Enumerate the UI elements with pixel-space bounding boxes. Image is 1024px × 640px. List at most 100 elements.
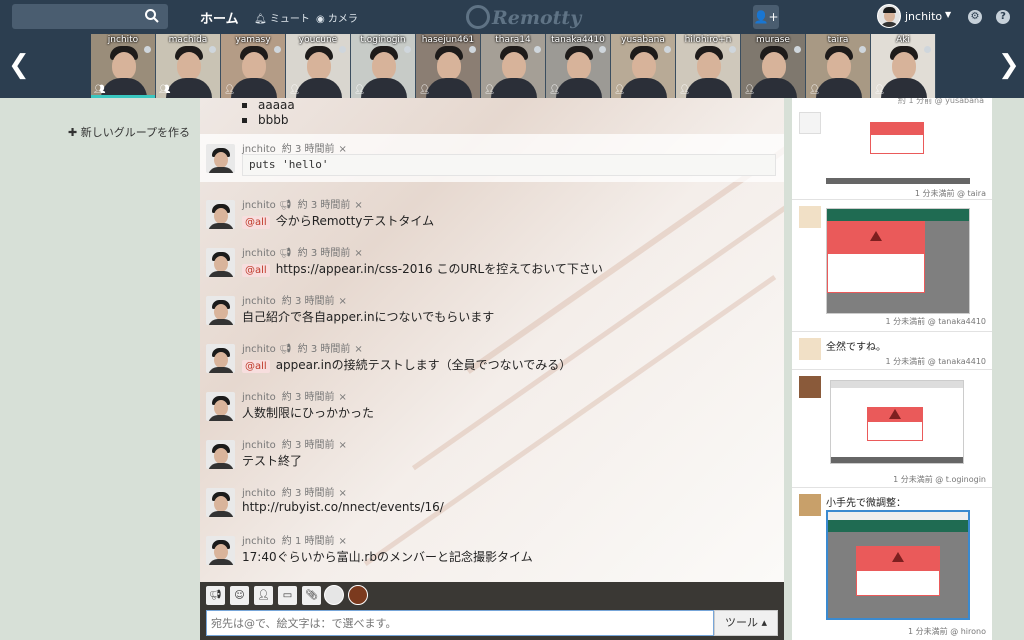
delete-icon[interactable]: × xyxy=(354,200,362,211)
add-user-button[interactable]: 👤+ xyxy=(753,5,779,29)
message-author[interactable]: jnchito xyxy=(242,200,276,211)
mention-badge[interactable]: @all xyxy=(242,216,270,229)
feed-card[interactable]: 全然ですね。 1 分未満前 @ tanaka4410 xyxy=(792,332,992,370)
delete-icon[interactable]: × xyxy=(354,248,362,259)
message-author[interactable]: jnchito xyxy=(242,344,276,355)
search-icon[interactable] xyxy=(144,8,160,24)
attach-icon[interactable]: 📎︎ xyxy=(302,586,321,605)
feed-card[interactable]: 1 分未満前 @ tanaka4410 xyxy=(792,200,992,332)
message-text: appear.inの接続テストします（全員でつないでみる） xyxy=(275,358,572,372)
avatar[interactable] xyxy=(206,200,235,229)
nav-home-link[interactable]: ホーム xyxy=(200,8,239,27)
message-item[interactable]: jnchito 約 1 時間前 × 17:40ぐらいから富山.rbのメンバーと記念撮影… xyxy=(200,530,784,576)
camera-tile[interactable]: t.oginogin 👤︎ xyxy=(351,34,416,98)
avatar[interactable] xyxy=(206,296,235,325)
camera-tile[interactable]: tanaka4410 👤︎ xyxy=(546,34,611,98)
delete-icon[interactable]: × xyxy=(339,392,347,403)
avatar[interactable] xyxy=(877,4,901,28)
avatar[interactable] xyxy=(206,248,235,277)
avatar[interactable] xyxy=(348,585,368,605)
camera-name: hasejun461 xyxy=(421,35,475,45)
message-item[interactable]: jnchito 約 3 時間前 × puts 'hello' xyxy=(200,138,784,184)
camera-tile[interactable]: hasejun461 👤︎ xyxy=(416,34,481,98)
screen-icon[interactable]: ▭ xyxy=(278,586,297,605)
camera-name: yamasy xyxy=(235,35,271,45)
screenshot-thumbnail[interactable] xyxy=(826,510,970,620)
message-header: jnchito 約 3 時間前 × xyxy=(242,140,347,155)
camera-tile[interactable]: youcune 👤︎ xyxy=(286,34,351,98)
list-item: bbbb xyxy=(240,113,295,128)
message-author[interactable]: jnchito xyxy=(242,440,276,451)
user-menu-name[interactable]: jnchito xyxy=(905,10,942,23)
camera-strip: ❮ jnchito 👥︎ machida 👥︎ yamasy 👤︎ youcune 👤︎ t.o… xyxy=(0,34,1024,98)
status-dot xyxy=(924,46,931,53)
mention-badge[interactable]: @all xyxy=(242,360,270,373)
feed-card[interactable]: 小手先で微調整： 1 分未満前 @ hirono xyxy=(792,488,992,640)
new-group-link[interactable]: ✚ 新しいグループを作る xyxy=(68,124,190,140)
mention-badge[interactable]: @all xyxy=(242,264,270,277)
status-dot xyxy=(664,46,671,53)
camera-tile[interactable]: hilohiro+n 👤︎ xyxy=(676,34,741,98)
camera-name: yusabana xyxy=(621,35,665,45)
avatar[interactable] xyxy=(206,440,235,469)
message-item[interactable]: jnchito 約 3 時間前 × 人数制限にひっかかった xyxy=(200,386,784,432)
message-item[interactable]: jnchito 📢︎ 約 3 時間前 × @all https://appear.in/… xyxy=(200,242,784,288)
message-item[interactable]: jnchito 約 3 時間前 × テスト終了 xyxy=(200,434,784,480)
avatar[interactable] xyxy=(206,488,235,517)
megaphone-icon[interactable]: 📢︎ xyxy=(206,586,225,605)
avatar[interactable] xyxy=(206,536,235,565)
camera-tile[interactable]: Aki 👤︎ xyxy=(871,34,936,98)
activity-feed[interactable]: 約 1 分前 @ yusabana 1 分未満前 @ taira 1 分未満前 … xyxy=(792,98,992,640)
timeline[interactable]: aaaaa bbbb jnchito 約 3 時間前 × puts 'hello' jn… xyxy=(200,98,784,582)
message-item[interactable]: jnchito 約 3 時間前 × http://rubyist.co/nnect/e… xyxy=(200,482,784,528)
avatar[interactable] xyxy=(206,144,235,173)
people-icon: 👤︎ xyxy=(614,85,626,95)
caret-down-icon[interactable]: ▼ xyxy=(945,10,951,19)
message-author[interactable]: jnchito xyxy=(242,536,276,547)
card-meta: 1 分未満前 @ taira xyxy=(914,189,986,198)
delete-icon[interactable]: × xyxy=(354,344,362,355)
user-icon[interactable]: 👤︎ xyxy=(254,586,273,605)
emoji-icon[interactable]: ☺ xyxy=(230,586,249,605)
search-box[interactable] xyxy=(12,4,168,29)
settings-icon[interactable]: ⚙ xyxy=(968,10,982,24)
message-author[interactable]: jnchito xyxy=(242,392,276,403)
screenshot-thumbnail[interactable] xyxy=(830,380,964,464)
chevron-right-icon[interactable]: ❯ xyxy=(998,50,1020,80)
avatar[interactable] xyxy=(206,392,235,421)
help-icon[interactable]: ? xyxy=(996,10,1010,24)
feed-card[interactable]: 1 分未満前 @ t.oginogin xyxy=(792,370,992,488)
message-author[interactable]: jnchito xyxy=(242,248,276,259)
nav-mute-link[interactable]: 🔔︎ ミュート xyxy=(254,10,310,25)
camera-tile[interactable]: machida 👥︎ xyxy=(156,34,221,98)
message-author[interactable]: jnchito xyxy=(242,488,276,499)
feed-card[interactable]: 1 分未満前 @ taira xyxy=(792,106,992,200)
status-dot xyxy=(794,46,801,53)
delete-icon[interactable]: × xyxy=(339,296,347,307)
camera-tile[interactable]: jnchito 👥︎ xyxy=(91,34,156,98)
message-item[interactable]: jnchito 📢︎ 約 3 時間前 × @all 今からRemottyテストタイム xyxy=(200,194,784,240)
screenshot-thumbnail[interactable] xyxy=(826,118,970,184)
chevron-left-icon[interactable]: ❮ xyxy=(8,50,30,80)
delete-icon[interactable]: × xyxy=(339,536,347,547)
screenshot-thumbnail[interactable] xyxy=(826,208,970,314)
message-author[interactable]: jnchito xyxy=(242,296,276,307)
people-icon: 👤︎ xyxy=(419,85,431,95)
message-item[interactable]: jnchito 約 3 時間前 × 自己紹介で各自apper.inにつないでもらいます xyxy=(200,290,784,336)
camera-tile[interactable]: yamasy 👤︎ xyxy=(221,34,286,98)
warning-body xyxy=(827,253,925,293)
camera-tile[interactable]: taira 👤︎ xyxy=(806,34,871,98)
avatar[interactable] xyxy=(206,344,235,373)
camera-tile[interactable]: murase 👤︎ xyxy=(741,34,806,98)
delete-icon[interactable]: × xyxy=(339,440,347,451)
nav-camera-link[interactable]: ◉ カメラ xyxy=(316,10,358,25)
camera-tile[interactable]: thara14 👤︎ xyxy=(481,34,546,98)
delete-icon[interactable]: × xyxy=(339,488,347,499)
camera-tile[interactable]: yusabana 👤︎ xyxy=(611,34,676,98)
avatar[interactable] xyxy=(324,585,344,605)
message-item[interactable]: jnchito 📢︎ 約 3 時間前 × @all appear.inの接続テストします… xyxy=(200,338,784,384)
tools-button[interactable]: ツール ▴ xyxy=(714,610,778,636)
status-dot xyxy=(859,46,866,53)
brand-name: Remotty xyxy=(492,7,582,29)
message-input[interactable] xyxy=(206,610,714,636)
